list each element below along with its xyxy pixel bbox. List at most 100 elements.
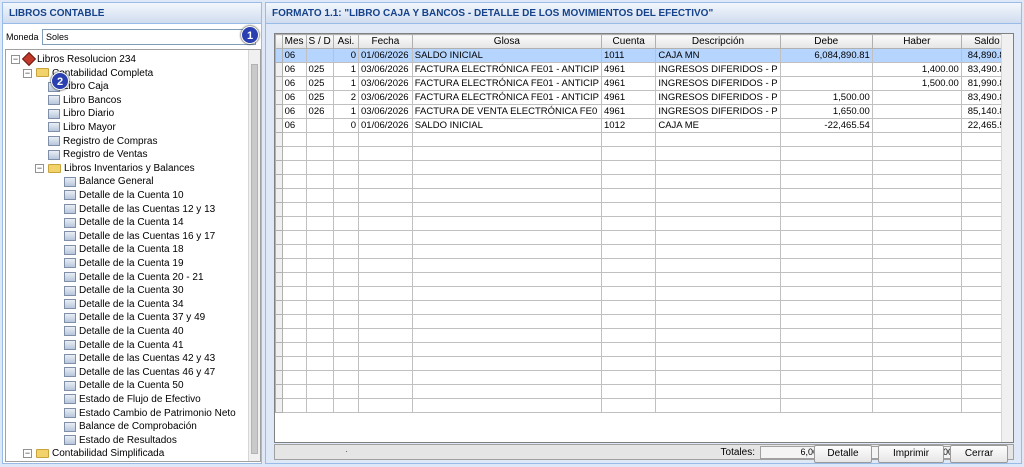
table-cell[interactable]: [871, 174, 962, 189]
table-cell[interactable]: [305, 314, 334, 329]
table-cell[interactable]: [871, 286, 962, 301]
table-cell[interactable]: [779, 328, 873, 343]
tree-item[interactable]: Balance de Comprobación: [64, 420, 197, 433]
table-cell[interactable]: [305, 216, 334, 231]
table-cell[interactable]: [358, 398, 413, 413]
table-row[interactable]: [275, 342, 1013, 357]
table-cell[interactable]: [411, 328, 602, 343]
tree-item[interactable]: Registro de Compras: [48, 461, 157, 462]
table-row[interactable]: 06 026 1 03/06/2026 FACTURA DE VENTA ELECTRÓ…: [275, 104, 1013, 119]
table-cell[interactable]: 1,500.00: [871, 76, 962, 91]
table-row[interactable]: [275, 202, 1013, 217]
table-cell[interactable]: [332, 370, 360, 385]
table-cell[interactable]: [281, 244, 307, 259]
table-cell[interactable]: 1: [332, 62, 360, 77]
tree-item[interactable]: Detalle de la Cuenta 40: [64, 325, 184, 338]
table-cell[interactable]: [779, 160, 873, 175]
column-header[interactable]: Cuenta: [600, 34, 657, 49]
table-cell[interactable]: [779, 370, 873, 385]
table-cell[interactable]: [332, 244, 360, 259]
table-cell[interactable]: [305, 146, 334, 161]
tree-item[interactable]: Registro de Ventas: [48, 148, 148, 161]
table-cell[interactable]: [871, 398, 962, 413]
table-cell[interactable]: [305, 230, 334, 245]
table-cell[interactable]: [655, 370, 781, 385]
tree-item[interactable]: Libros Inventarios y Balances: [48, 162, 195, 175]
table-cell[interactable]: [655, 160, 781, 175]
table-cell[interactable]: [411, 230, 602, 245]
table-cell[interactable]: [600, 188, 657, 203]
table-cell[interactable]: 06: [281, 48, 307, 63]
table-cell[interactable]: [281, 300, 307, 315]
table-cell[interactable]: [305, 174, 334, 189]
table-cell[interactable]: 1,500.00: [779, 90, 873, 105]
table-cell[interactable]: [655, 230, 781, 245]
column-header[interactable]: Descripción: [655, 34, 781, 49]
table-cell[interactable]: [332, 398, 360, 413]
table-cell[interactable]: [871, 202, 962, 217]
tree-expander[interactable]: −: [23, 449, 32, 459]
tree-expander[interactable]: −: [23, 68, 32, 78]
tree-item[interactable]: Detalle de las Cuentas 42 y 43: [64, 352, 215, 365]
table-row[interactable]: 06 025 1 03/06/2026 FACTURA ELECTRÓNICA FE01…: [275, 62, 1013, 77]
table-cell[interactable]: [779, 244, 873, 259]
table-cell[interactable]: [358, 132, 413, 147]
table-cell[interactable]: [358, 160, 413, 175]
table-cell[interactable]: [281, 384, 307, 399]
table-cell[interactable]: 06: [281, 90, 307, 105]
table-row[interactable]: [275, 314, 1013, 329]
tree-item[interactable]: Detalle de la Cuenta 10: [64, 189, 184, 202]
table-cell[interactable]: [779, 174, 873, 189]
table-cell[interactable]: [305, 398, 334, 413]
tree-expander[interactable]: −: [11, 55, 20, 64]
table-cell[interactable]: [655, 328, 781, 343]
table-cell[interactable]: [332, 328, 360, 343]
table-cell[interactable]: 2: [332, 90, 360, 105]
table-cell[interactable]: [655, 272, 781, 287]
table-cell[interactable]: [358, 328, 413, 343]
tree-item[interactable]: Estado de Flujo de Efectivo: [64, 393, 201, 406]
table-cell[interactable]: 01/06/2026: [358, 48, 413, 63]
table-cell[interactable]: [358, 314, 413, 329]
table-cell[interactable]: [600, 384, 657, 399]
table-cell[interactable]: [779, 314, 873, 329]
table-cell[interactable]: [281, 286, 307, 301]
table-cell[interactable]: [779, 62, 873, 77]
tree-item[interactable]: Detalle de la Cuenta 19: [64, 257, 184, 270]
table-row[interactable]: [275, 244, 1013, 259]
table-cell[interactable]: [411, 202, 602, 217]
table-cell[interactable]: [305, 244, 334, 259]
table-row[interactable]: [275, 174, 1013, 189]
table-cell[interactable]: [305, 258, 334, 273]
table-cell[interactable]: [600, 132, 657, 147]
table-cell[interactable]: [779, 398, 873, 413]
table-cell[interactable]: [411, 188, 602, 203]
tree-item[interactable]: Detalle de la Cuenta 20 - 21: [64, 271, 204, 284]
column-header[interactable]: Haber: [871, 34, 962, 49]
table-cell[interactable]: [600, 216, 657, 231]
table-cell[interactable]: [871, 90, 962, 105]
table-cell[interactable]: CAJA ME: [655, 118, 781, 133]
table-cell[interactable]: [779, 202, 873, 217]
tree-item[interactable]: Contabilidad Simplificada: [36, 447, 164, 460]
table-row[interactable]: [275, 230, 1013, 245]
table-cell[interactable]: [358, 384, 413, 399]
tree-item[interactable]: Detalle de la Cuenta 41: [64, 339, 184, 352]
tree-item[interactable]: Libros Resolucion 234: [21, 52, 136, 67]
table-cell[interactable]: 03/06/2026: [358, 90, 413, 105]
table-cell[interactable]: [600, 244, 657, 259]
table-cell[interactable]: [871, 160, 962, 175]
table-cell[interactable]: [411, 132, 602, 147]
tree-scrollbar-thumb[interactable]: [251, 64, 258, 454]
table-cell[interactable]: 1,650.00: [779, 104, 873, 119]
table-cell[interactable]: INGRESOS DIFERIDOS - P: [655, 104, 781, 119]
table-row[interactable]: 06 025 2 03/06/2026 FACTURA ELECTRÓNICA FE01…: [275, 90, 1013, 105]
table-cell[interactable]: 0: [332, 118, 360, 133]
table-cell[interactable]: [281, 328, 307, 343]
table-cell[interactable]: [411, 174, 602, 189]
table-cell[interactable]: INGRESOS DIFERIDOS - P: [655, 90, 781, 105]
table-cell[interactable]: [600, 356, 657, 371]
table-cell[interactable]: 03/06/2026: [358, 76, 413, 91]
table-cell[interactable]: 03/06/2026: [358, 104, 413, 119]
table-cell[interactable]: [655, 174, 781, 189]
